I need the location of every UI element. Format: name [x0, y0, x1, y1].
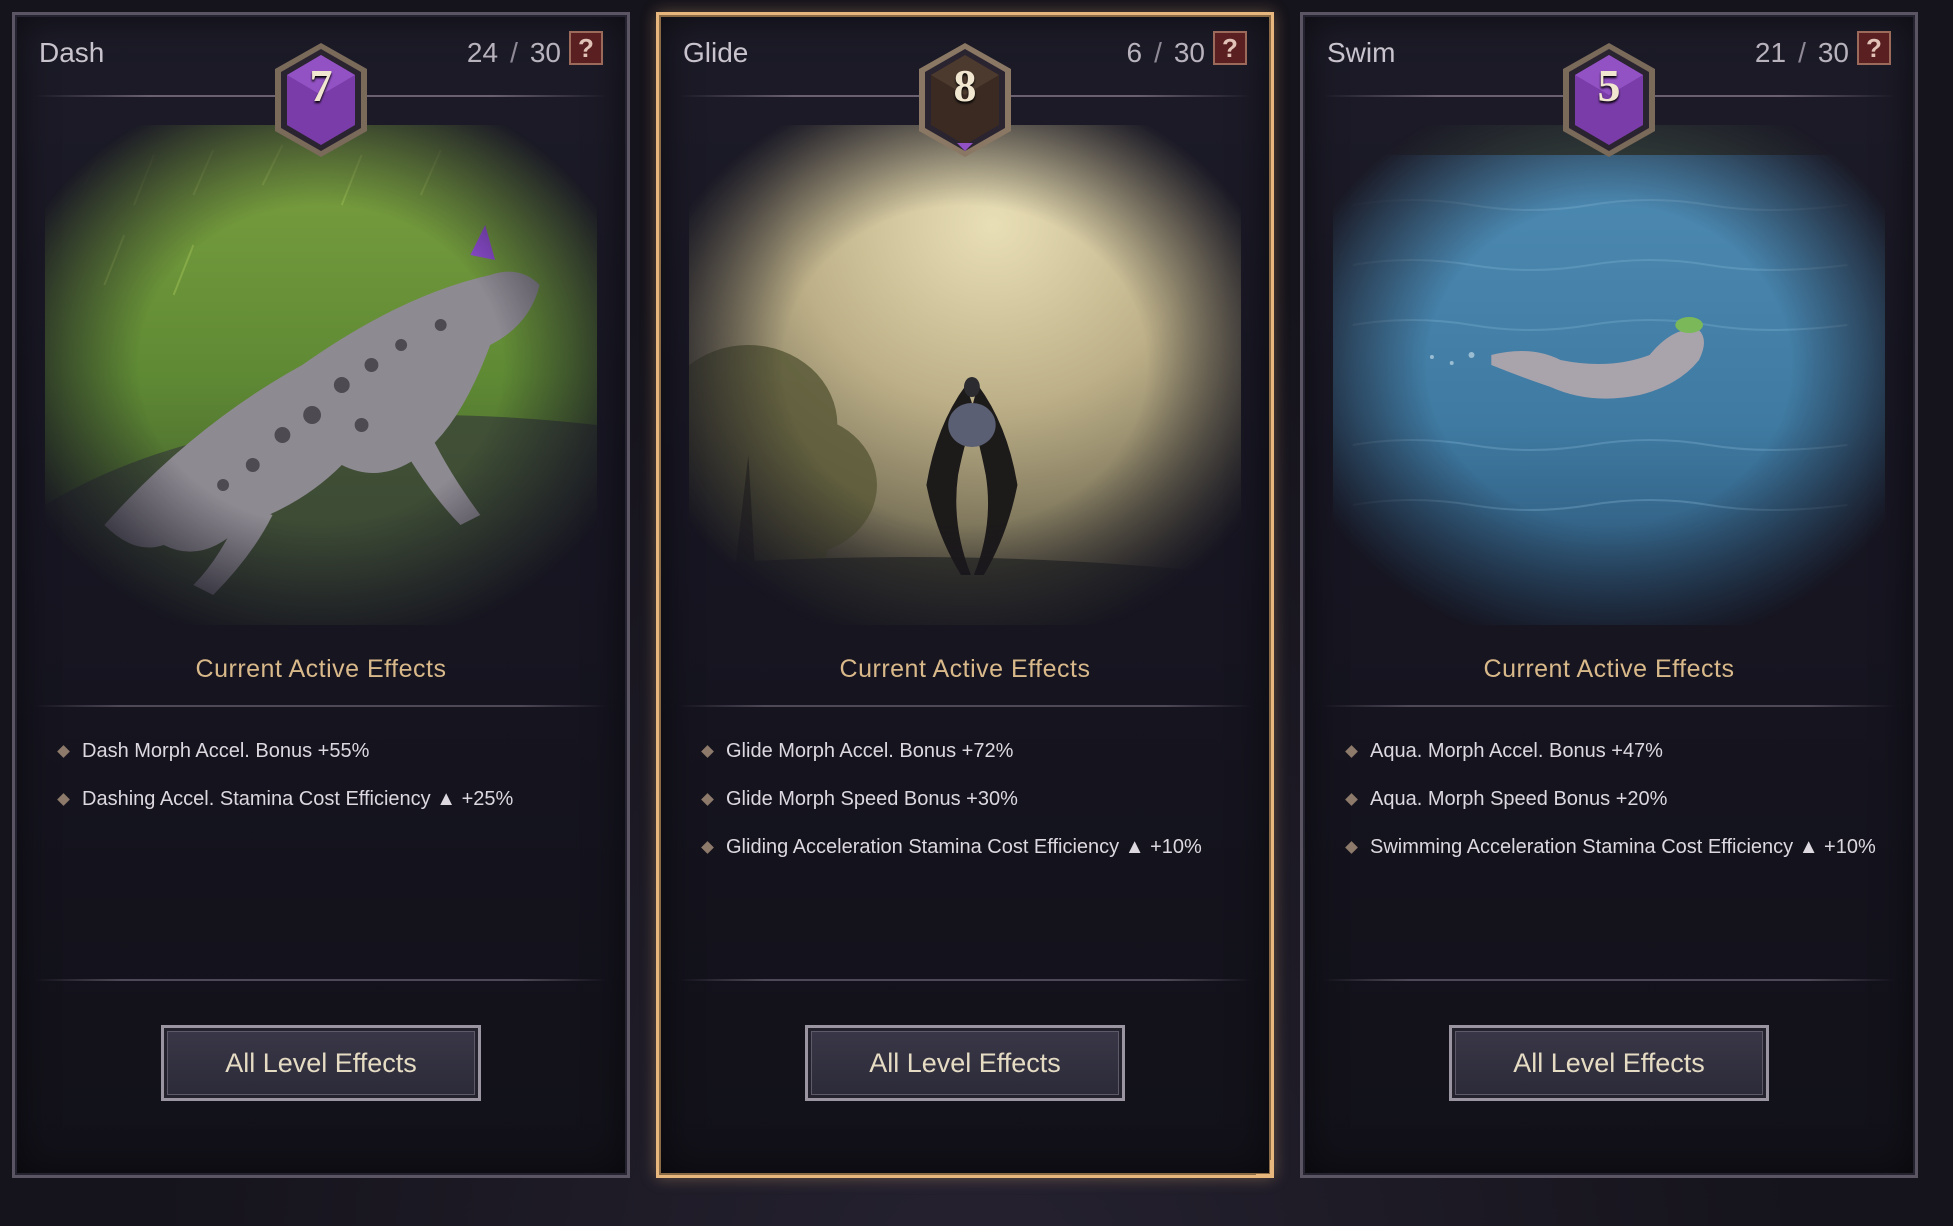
effect-item: Glide Morph Speed Bonus +30%	[701, 775, 1261, 823]
diamond-bullet-icon	[701, 744, 714, 758]
morph-card-swim[interactable]: Swim 21 / 30 ? 5 Current Active Effects …	[1300, 12, 1918, 1178]
selected-corner-marker	[1256, 1160, 1273, 1177]
effects-heading: Current Active Effects	[195, 655, 447, 683]
progress-max: 30	[1173, 37, 1205, 68]
effect-item: Glide Morph Accel. Bonus +72%	[701, 727, 1261, 775]
card-progress: 6 / 30	[1126, 37, 1205, 69]
level-number: 5	[1597, 60, 1621, 111]
progress-current: 6	[1126, 37, 1143, 68]
morph-card-glide[interactable]: Glide 6 / 30 ? 8 Current Active Effects …	[656, 12, 1274, 1178]
card-progress: 24 / 30	[467, 37, 561, 69]
effect-item: Aqua. Morph Speed Bonus +20%	[1345, 775, 1905, 823]
effect-item: Aqua. Morph Accel. Bonus +47%	[1345, 727, 1905, 775]
card-title: Glide	[683, 37, 749, 68]
progress-separator: /	[1798, 37, 1806, 68]
effects-heading: Current Active Effects	[1483, 655, 1735, 683]
progress-max: 30	[529, 37, 561, 68]
effects-heading: Current Active Effects	[839, 655, 1091, 683]
effect-item: Gliding Acceleration Stamina Cost Effici…	[701, 823, 1261, 871]
level-number: 7	[309, 60, 333, 111]
help-button[interactable]: ?	[569, 31, 603, 65]
progress-current: 24	[466, 37, 499, 68]
card-art-eagle	[689, 125, 1241, 625]
divider	[679, 979, 1251, 981]
help-button[interactable]: ?	[1857, 31, 1891, 65]
divider	[1323, 705, 1895, 707]
card-title: Dash	[39, 37, 105, 68]
card-art-otter	[1333, 125, 1885, 625]
card-progress: 21 / 30	[1755, 37, 1849, 69]
all-level-effects-button[interactable]: All Level Effects	[805, 1025, 1125, 1101]
level-number: 8	[953, 60, 977, 111]
divider	[35, 979, 607, 981]
progress-separator: /	[1154, 37, 1162, 68]
all-level-effects-button[interactable]: All Level Effects	[1449, 1025, 1769, 1101]
diamond-bullet-icon	[701, 792, 714, 806]
effect-item: Dash Morph Accel. Bonus +55%	[57, 727, 617, 775]
progress-max: 30	[1817, 37, 1849, 68]
divider	[679, 705, 1251, 707]
diamond-bullet-icon	[1345, 744, 1358, 758]
morph-skills-screen: Dash 24 / 30 ? 7 Current Active Effects …	[0, 0, 1953, 1226]
diamond-bullet-icon	[1345, 840, 1358, 854]
progress-current: 21	[1754, 37, 1787, 68]
effects-list: Aqua. Morph Accel. Bonus +47% Aqua. Morp…	[1345, 727, 1905, 871]
effect-item: Dashing Accel. Stamina Cost Efficiency ▲…	[57, 775, 617, 823]
morph-card-dash[interactable]: Dash 24 / 30 ? 7 Current Active Effects …	[12, 12, 630, 1178]
progress-separator: /	[510, 37, 518, 68]
card-title: Swim	[1327, 37, 1396, 68]
diamond-bullet-icon	[57, 792, 70, 806]
effects-list: Dash Morph Accel. Bonus +55% Dashing Acc…	[57, 727, 617, 823]
card-art-leopard	[45, 125, 597, 625]
effect-item: Swimming Acceleration Stamina Cost Effic…	[1345, 823, 1905, 871]
diamond-bullet-icon	[1345, 792, 1358, 806]
divider	[1323, 979, 1895, 981]
effects-list: Glide Morph Accel. Bonus +72% Glide Morp…	[701, 727, 1261, 871]
help-button[interactable]: ?	[1213, 31, 1247, 65]
diamond-bullet-icon	[57, 744, 70, 758]
all-level-effects-button[interactable]: All Level Effects	[161, 1025, 481, 1101]
diamond-bullet-icon	[701, 840, 714, 854]
divider	[35, 705, 607, 707]
